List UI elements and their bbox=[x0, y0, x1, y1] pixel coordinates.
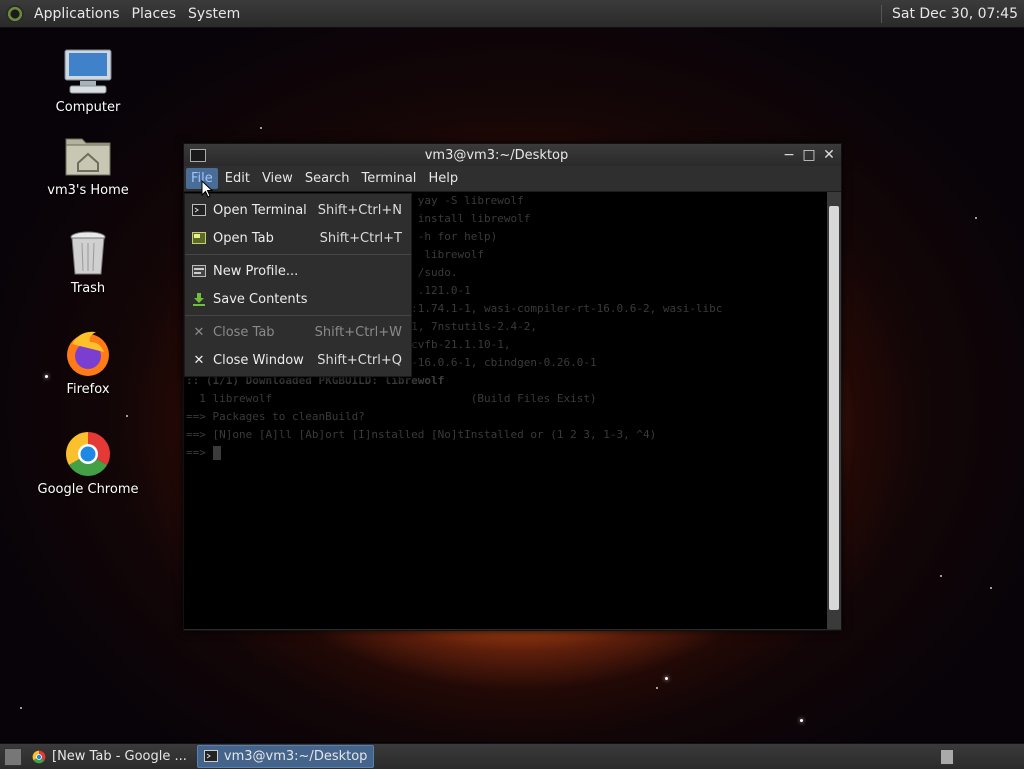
minimize-button[interactable]: − bbox=[781, 147, 797, 163]
bottom-panel: [New Tab - Google ... vm3@vm3:~/Desktop bbox=[0, 743, 1024, 769]
menu-item-open-tab[interactable]: Open Tab Shift+Ctrl+T bbox=[185, 224, 411, 252]
chrome-icon bbox=[32, 750, 46, 763]
workspace-switcher[interactable] bbox=[940, 748, 954, 765]
trash-icon bbox=[62, 229, 114, 277]
firefox-icon bbox=[62, 330, 114, 378]
menu-system[interactable]: System bbox=[182, 6, 246, 22]
taskbar-item-label: vm3@vm3:~/Desktop bbox=[223, 749, 368, 764]
desktop-icon-home[interactable]: vm3's Home bbox=[33, 131, 143, 198]
desktop-icon-trash[interactable]: Trash bbox=[33, 229, 143, 296]
chrome-icon bbox=[62, 430, 114, 478]
computer-icon bbox=[62, 48, 114, 96]
panel-separator bbox=[880, 4, 882, 23]
menu-item-close-tab: ✕ Close Tab Shift+Ctrl+W bbox=[185, 318, 411, 346]
close-window-button[interactable]: ✕ bbox=[821, 147, 837, 163]
terminal-icon bbox=[191, 203, 207, 217]
menu-item-save-contents[interactable]: Save Contents bbox=[185, 285, 411, 313]
star bbox=[975, 217, 977, 219]
home-folder-icon bbox=[62, 131, 114, 179]
menu-item-label: Close Tab bbox=[213, 324, 275, 340]
terminal-line: ==> [N]one [A]ll [Ab]ort [I]nstalled [No… bbox=[186, 428, 657, 441]
menu-item-label: New Profile... bbox=[213, 263, 299, 279]
terminal-scrollbar[interactable] bbox=[827, 192, 841, 629]
desktop-icon-label: Firefox bbox=[66, 382, 110, 397]
menu-item-label: Close Window bbox=[213, 352, 304, 368]
distro-logo-icon[interactable] bbox=[6, 4, 24, 23]
star bbox=[665, 677, 668, 680]
menu-item-label: Open Tab bbox=[213, 230, 274, 246]
taskbar-item-chrome[interactable]: [New Tab - Google ... bbox=[26, 746, 193, 767]
terminal-line: 1 librewolf (Build Files Exist) bbox=[186, 392, 597, 405]
mouse-cursor-icon bbox=[201, 180, 213, 198]
menu-item-open-terminal[interactable]: Open Terminal Shift+Ctrl+N bbox=[185, 196, 411, 224]
top-panel: Applications Places System Sat Dec 30, 0… bbox=[0, 0, 1024, 28]
close-icon: ✕ bbox=[193, 352, 205, 368]
menu-separator bbox=[185, 254, 411, 255]
menu-item-shortcut: Shift+Ctrl+W bbox=[314, 324, 402, 340]
menu-edit[interactable]: Edit bbox=[220, 168, 255, 189]
menu-help[interactable]: Help bbox=[423, 168, 463, 189]
menu-places[interactable]: Places bbox=[126, 6, 183, 22]
text-cursor bbox=[212, 446, 221, 460]
close-icon: ✕ bbox=[193, 324, 205, 340]
desktop-icon-label: Trash bbox=[70, 281, 106, 296]
menu-item-close-window[interactable]: ✕ Close Window Shift+Ctrl+Q bbox=[185, 346, 411, 374]
terminal-line: ==> Packages to cleanBuild? bbox=[186, 410, 365, 423]
taskbar-item-terminal[interactable]: vm3@vm3:~/Desktop bbox=[196, 745, 375, 768]
desktop-icon-firefox[interactable]: Firefox bbox=[33, 330, 143, 397]
terminal-icon bbox=[203, 749, 218, 762]
menu-terminal[interactable]: Terminal bbox=[356, 168, 421, 189]
menu-item-label: Open Terminal bbox=[213, 202, 307, 218]
star bbox=[800, 719, 803, 722]
star bbox=[260, 127, 262, 129]
star bbox=[20, 707, 22, 709]
star bbox=[940, 575, 942, 577]
star bbox=[656, 687, 658, 689]
taskbar-item-label: [New Tab - Google ... bbox=[52, 749, 187, 764]
menu-item-shortcut: Shift+Ctrl+T bbox=[319, 230, 402, 246]
menu-search[interactable]: Search bbox=[300, 168, 355, 189]
menu-item-label: Save Contents bbox=[213, 291, 308, 307]
menu-item-shortcut: Shift+Ctrl+N bbox=[317, 202, 402, 218]
clock[interactable]: Sat Dec 30, 07:45 bbox=[880, 4, 1024, 23]
file-menu-dropdown: Open Terminal Shift+Ctrl+N Open Tab Shif… bbox=[184, 193, 412, 377]
desktop-icon-label: vm3's Home bbox=[47, 183, 129, 198]
menu-applications[interactable]: Applications bbox=[28, 6, 126, 22]
window-titlebar[interactable]: vm3@vm3:~/Desktop − □ ✕ bbox=[184, 144, 841, 166]
desktop-icon-label: Computer bbox=[55, 100, 121, 115]
menu-item-new-profile[interactable]: New Profile... bbox=[185, 257, 411, 285]
profile-icon bbox=[191, 264, 207, 278]
star bbox=[126, 415, 128, 417]
terminal-menubar: File Edit View Search Terminal Help bbox=[184, 166, 841, 192]
terminal-prompt-line: ==> bbox=[186, 444, 828, 462]
maximize-button[interactable]: □ bbox=[801, 147, 817, 163]
save-icon bbox=[191, 292, 207, 306]
menu-view[interactable]: View bbox=[257, 168, 298, 189]
desktop-icon-computer[interactable]: Computer bbox=[33, 48, 143, 115]
menu-item-shortcut: Shift+Ctrl+Q bbox=[317, 352, 402, 368]
desktop-icon-label: Google Chrome bbox=[37, 482, 139, 497]
terminal-icon bbox=[190, 148, 206, 162]
window-title: vm3@vm3:~/Desktop bbox=[424, 147, 569, 163]
scrollbar-thumb[interactable] bbox=[829, 206, 839, 610]
star bbox=[990, 587, 992, 589]
prompt-text: ==> bbox=[186, 446, 213, 459]
menu-separator bbox=[185, 315, 411, 316]
clock-text: Sat Dec 30, 07:45 bbox=[891, 5, 1018, 22]
show-desktop-button[interactable] bbox=[4, 747, 22, 766]
desktop-icon-chrome[interactable]: Google Chrome bbox=[33, 430, 143, 497]
new-tab-icon bbox=[191, 231, 207, 245]
